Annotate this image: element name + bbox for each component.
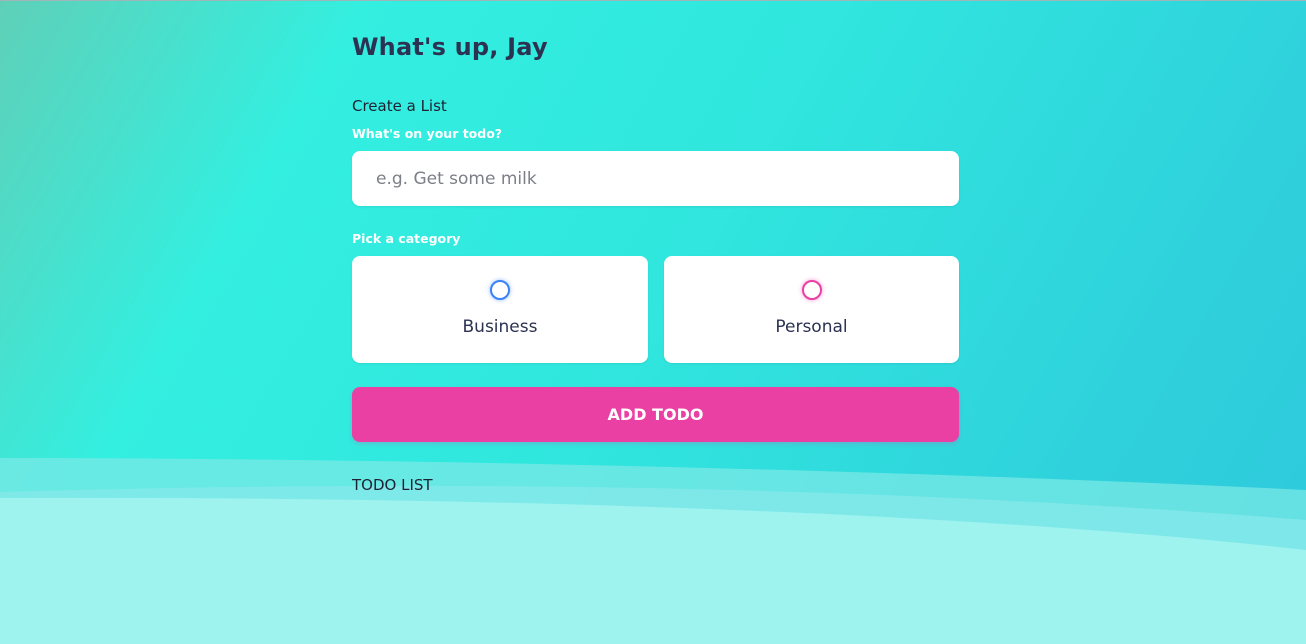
add-todo-button[interactable]: ADD TODO bbox=[352, 387, 959, 442]
category-option-business[interactable]: Business bbox=[352, 256, 648, 363]
category-field-label: Pick a category bbox=[352, 231, 461, 246]
personal-radio-icon[interactable] bbox=[801, 280, 822, 300]
category-option-personal[interactable]: Personal bbox=[664, 256, 959, 363]
background-waves bbox=[0, 458, 1306, 644]
category-option-label: Personal bbox=[775, 317, 848, 337]
todo-input[interactable] bbox=[352, 151, 959, 206]
top-border bbox=[0, 0, 1306, 1]
category-option-label: Business bbox=[462, 317, 538, 337]
todo-list-title: TODO LIST bbox=[352, 476, 433, 494]
greeting-heading: What's up, Jay bbox=[352, 33, 548, 61]
business-radio-icon[interactable] bbox=[490, 280, 510, 300]
todo-field-label: What's on your todo? bbox=[352, 126, 503, 141]
create-list-title: Create a List bbox=[352, 97, 447, 115]
